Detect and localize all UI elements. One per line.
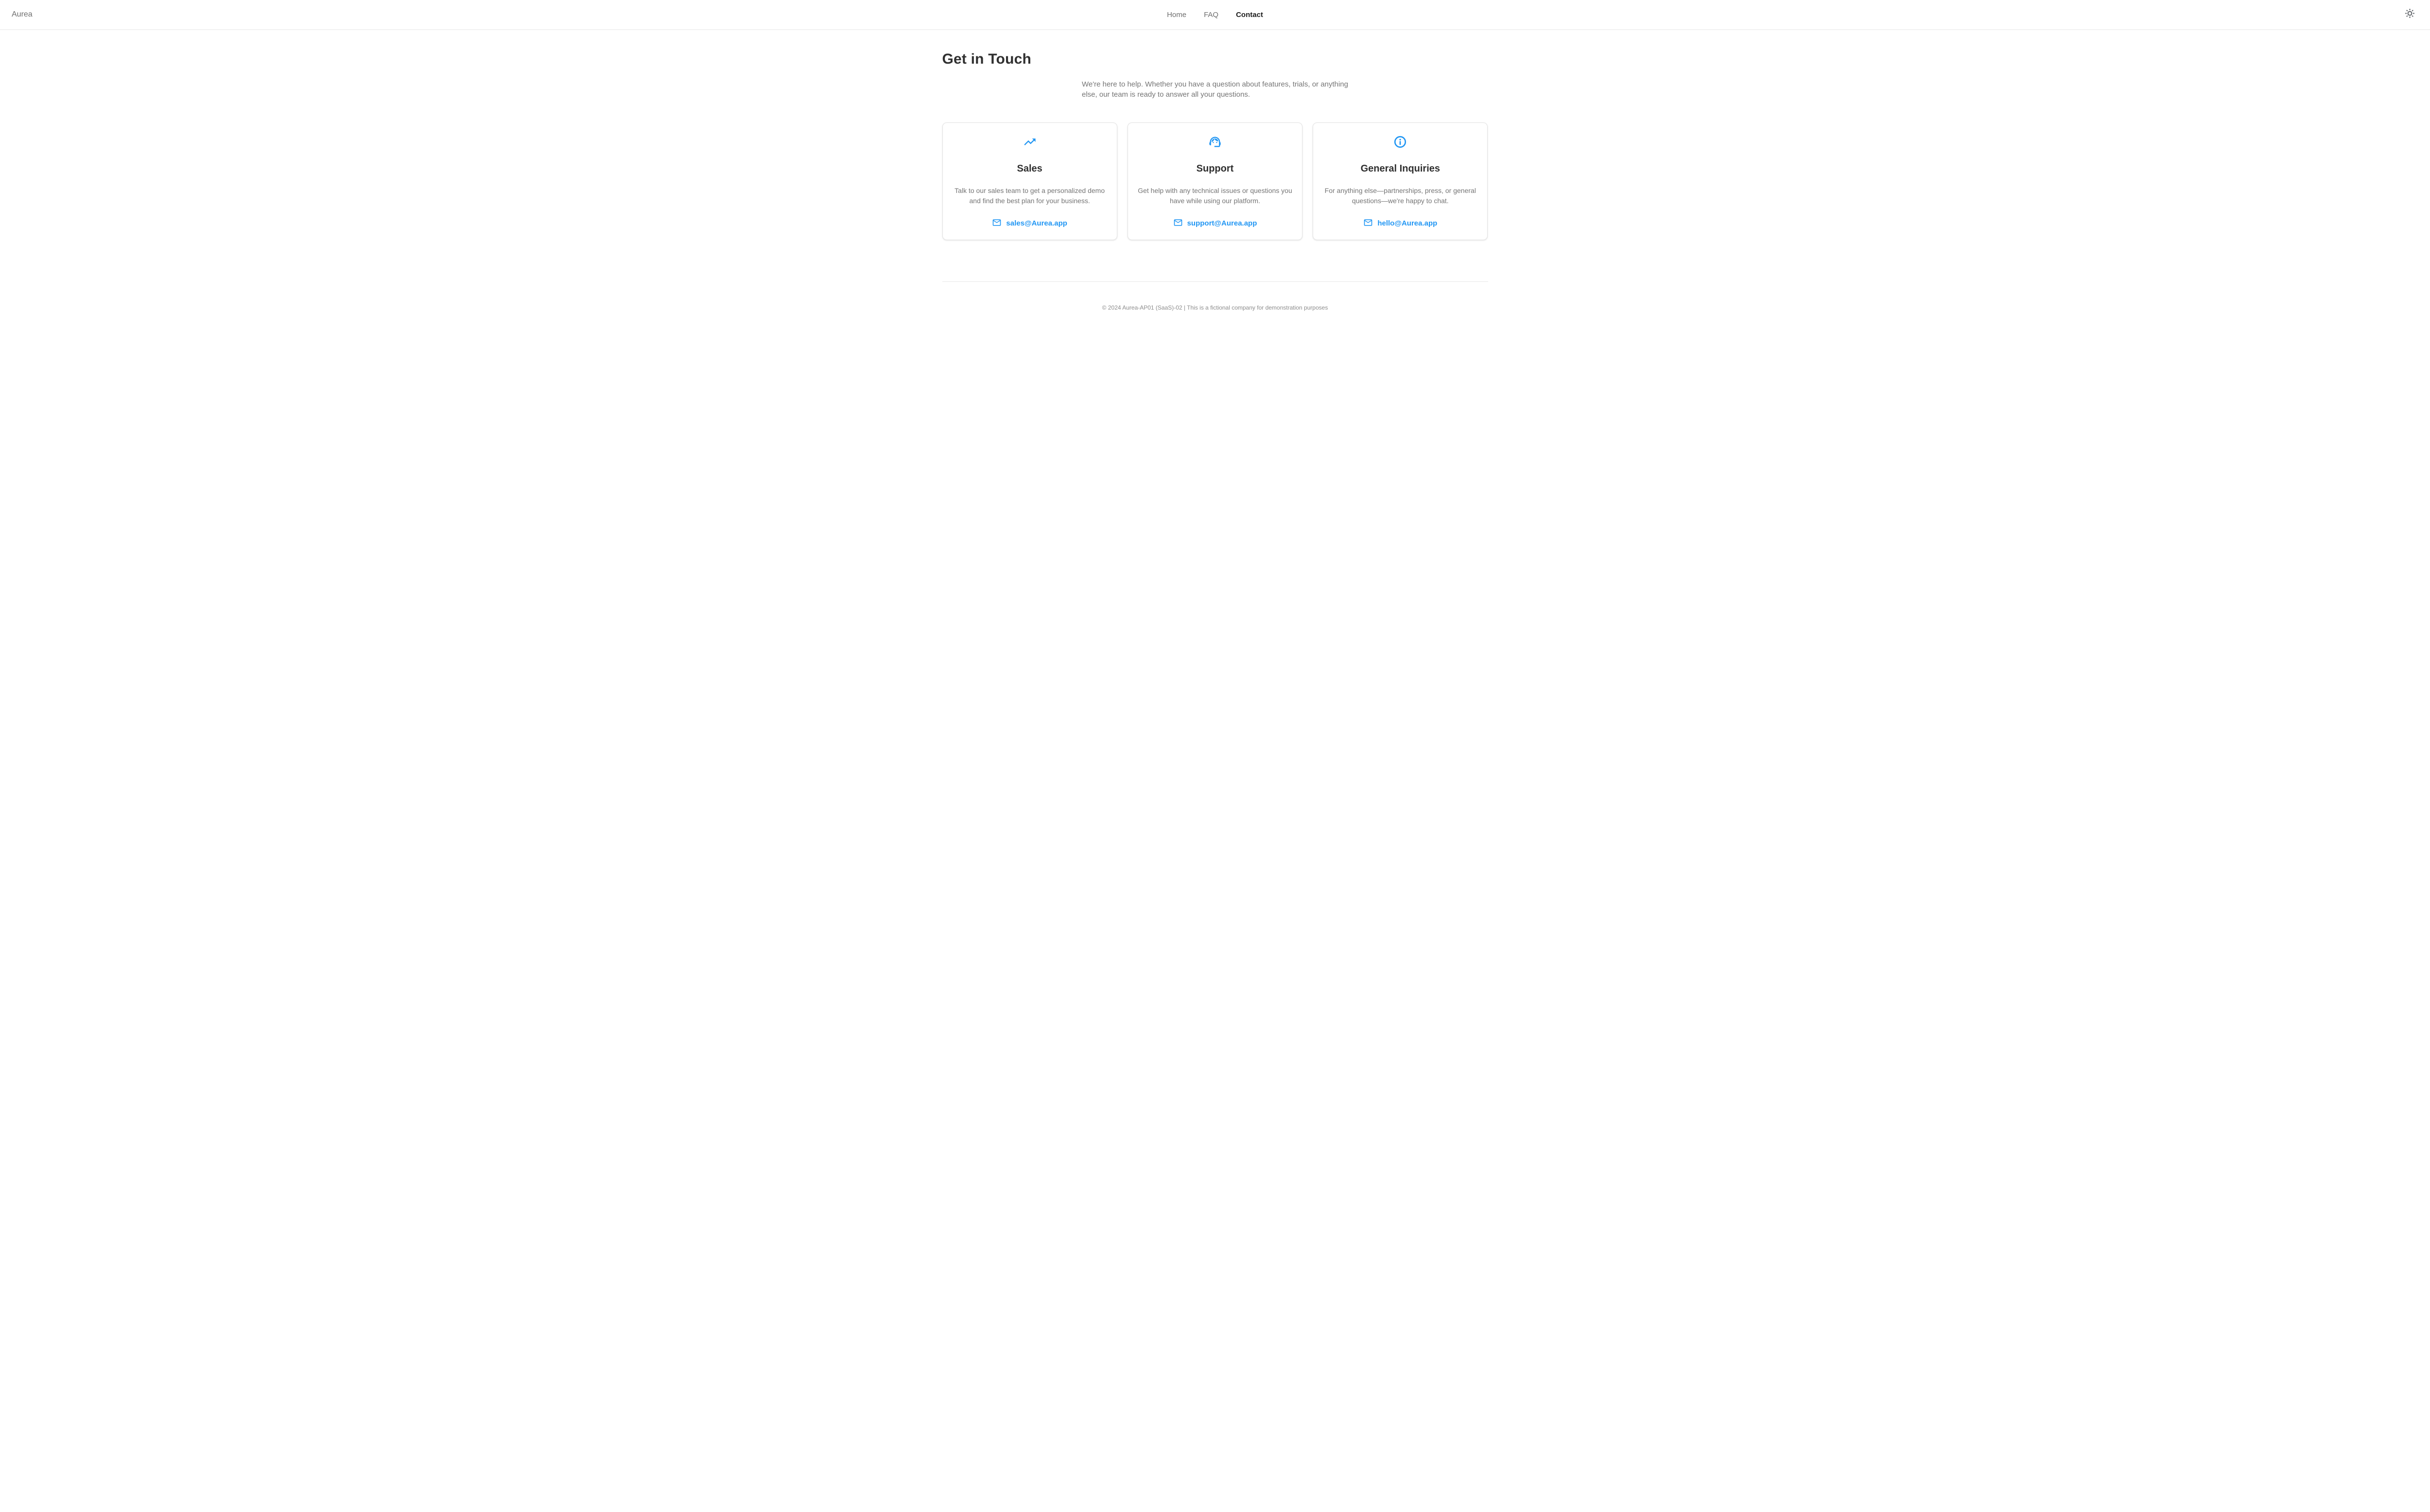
email-text: hello@Aurea.app [1377, 219, 1437, 227]
intro-paragraph: We're here to help. Whether you have a q… [1082, 79, 1348, 100]
card-title: Sales [950, 163, 1110, 174]
sales-email-link[interactable]: sales@Aurea.app [992, 218, 1067, 229]
sun-icon [2404, 8, 2415, 21]
mail-icon [992, 218, 1002, 229]
brand-logo[interactable]: Aurea [12, 10, 33, 19]
card-general-inquiries: General Inquiries For anything else—part… [1313, 122, 1488, 240]
card-description: For anything else—partnerships, press, o… [1320, 186, 1480, 206]
card-description: Talk to our sales team to get a personal… [950, 186, 1110, 206]
card-title: General Inquiries [1320, 163, 1480, 174]
nav-link-contact[interactable]: Contact [1236, 11, 1263, 19]
contact-cards: Sales Talk to our sales team to get a pe… [942, 122, 1488, 240]
card-sales: Sales Talk to our sales team to get a pe… [942, 122, 1117, 240]
info-icon [1320, 135, 1480, 149]
support-email-link[interactable]: support@Aurea.app [1173, 218, 1257, 229]
email-text: support@Aurea.app [1187, 219, 1257, 227]
main-content: Get in Touch We're here to help. Whether… [942, 51, 1488, 454]
card-description: Get help with any technical issues or qu… [1135, 186, 1295, 206]
general-email-link[interactable]: hello@Aurea.app [1363, 218, 1437, 229]
nav-link-home[interactable]: Home [1167, 11, 1186, 19]
mail-icon [1173, 218, 1183, 229]
nav-links: Home FAQ Contact [1167, 0, 1263, 29]
navbar: Aurea Home FAQ Contact [0, 0, 2430, 30]
email-text: sales@Aurea.app [1006, 219, 1067, 227]
support-agent-icon [1135, 135, 1295, 149]
footer-divider [942, 281, 1488, 282]
theme-toggle-button[interactable] [2401, 6, 2418, 23]
trending-up-icon [950, 135, 1110, 149]
card-support: Support Get help with any technical issu… [1128, 122, 1302, 240]
page-title: Get in Touch [942, 51, 1488, 68]
card-title: Support [1135, 163, 1295, 174]
mail-icon [1363, 218, 1373, 229]
footer-copyright: © 2024 Aurea-AP01 (SaaS)-02 | This is a … [942, 304, 1488, 454]
nav-link-faq[interactable]: FAQ [1204, 11, 1218, 19]
